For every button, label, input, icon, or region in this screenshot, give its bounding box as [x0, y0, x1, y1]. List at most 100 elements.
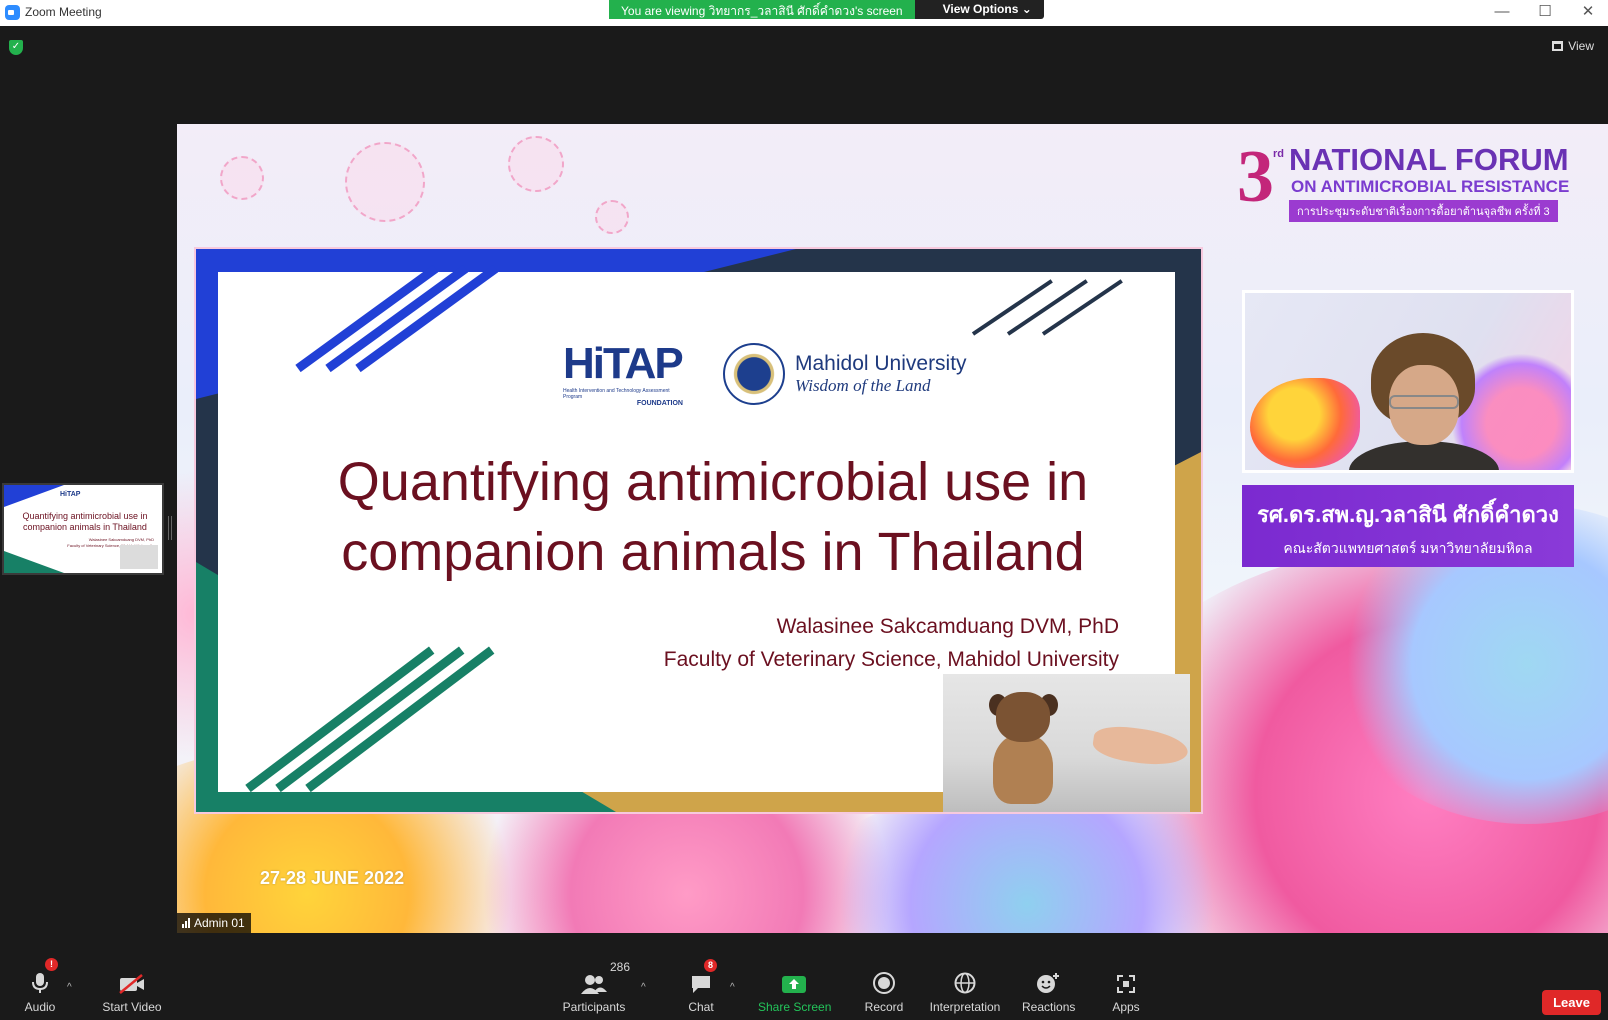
minimize-button[interactable]: —: [1482, 1, 1522, 25]
slide-author-block: Walasinee Sakcamduang DVM, PhD Faculty o…: [664, 610, 1119, 676]
forum-logo: 3 rd NATIONAL FORUM ON ANTIMICROBIAL RES…: [1237, 140, 1607, 230]
forum-line3: การประชุมระดับชาติเรื่องการดื้อยาต้านจุล…: [1289, 200, 1558, 222]
shared-screen-thumbnail[interactable]: HiTAP Quantifying antimicrobial use in c…: [2, 483, 164, 575]
start-video-label: Start Video: [102, 1000, 162, 1014]
interpretation-label: Interpretation: [929, 1000, 1001, 1014]
grid-icon: [1552, 41, 1564, 51]
globe-icon: [929, 960, 1001, 994]
hitap-subtitle: Health Intervention and Technology Asses…: [563, 388, 670, 400]
share-screen-label: Share Screen: [758, 1000, 832, 1014]
slide-title-line2: companion animals in Thailand: [341, 522, 1085, 582]
admin-label: Admin 01: [194, 916, 245, 930]
title-bar: Zoom Meeting You are viewing วิทยากร_วลา…: [0, 0, 1608, 26]
zoom-app-icon: [5, 5, 20, 20]
thumb-title: Quantifying antimicrobial use in compani…: [22, 511, 148, 532]
hitap-logo: HiTAP Health Intervention and Technology…: [563, 339, 684, 408]
thumb-logo: HiTAP: [60, 491, 81, 498]
speaker-name-banner: รศ.ดร.สพ.ญ.วลาสินี ศักดิ์คำดวง คณะสัตวแพ…: [1242, 485, 1574, 567]
video-off-icon: [98, 960, 166, 994]
signal-icon: [182, 918, 190, 928]
slide-author: Walasinee Sakcamduang DVM, PhD: [776, 615, 1119, 638]
logo-row: HiTAP Health Intervention and Technology…: [563, 339, 967, 408]
apps-button[interactable]: Apps: [1108, 960, 1144, 1020]
pill-icon: [220, 156, 264, 200]
presentation-slide: HiTAP Health Intervention and Technology…: [194, 247, 1203, 814]
participants-button[interactable]: 286 Participants: [558, 960, 630, 1020]
forum-ordinal: rd: [1273, 148, 1284, 160]
share-screen-icon: [758, 960, 830, 994]
chat-button[interactable]: 8 Chat: [681, 959, 721, 1020]
zoom-window: Zoom Meeting You are viewing วิทยากร_วลา…: [0, 0, 1608, 1020]
dog-photo: [943, 674, 1190, 812]
chat-caret-icon[interactable]: ^: [730, 982, 735, 993]
audio-label: Audio: [24, 1000, 56, 1014]
forum-line2: ON ANTIMICROBIAL RESISTANCE: [1291, 177, 1570, 196]
participants-count: 286: [610, 960, 631, 974]
stripe: [1041, 279, 1123, 336]
speaker-glasses: [1389, 395, 1459, 409]
hand: [1091, 722, 1190, 770]
chat-label: Chat: [688, 1000, 714, 1014]
dog-head: [996, 692, 1050, 742]
reactions-button[interactable]: Reactions: [1022, 960, 1076, 1020]
chat-unread-badge: 8: [704, 959, 717, 972]
speaker-shoulders: [1349, 441, 1499, 470]
security-shield-icon[interactable]: ✓: [9, 40, 23, 55]
mahidol-seal: [723, 343, 785, 405]
close-button[interactable]: ✕: [1568, 1, 1608, 25]
hitap-foundation: FOUNDATION: [636, 400, 683, 407]
participants-caret-icon[interactable]: ^: [641, 982, 646, 993]
speaker-video: [1242, 290, 1574, 473]
view-button[interactable]: View: [1552, 39, 1594, 53]
speaker-faculty: คณะสัตวแพทยศาสตร์ มหาวิทยาลัยมหิดล: [1283, 540, 1533, 556]
speaker-person: [1349, 333, 1499, 470]
slide-content: HiTAP Health Intervention and Technology…: [218, 264, 1190, 812]
record-label: Record: [864, 1000, 904, 1014]
forum-number: 3: [1237, 136, 1274, 218]
share-screen-button[interactable]: Share Screen: [758, 960, 832, 1020]
maximize-button[interactable]: ☐: [1525, 1, 1565, 25]
participants-label: Participants: [562, 1000, 626, 1014]
thumb-blue-band: [4, 485, 64, 507]
start-video-button[interactable]: Start Video: [98, 960, 166, 1020]
stripe: [325, 264, 469, 373]
meeting-toolbar: ! Audio ^ Start Video 286 Participants ^…: [0, 958, 1608, 1020]
mahidol-text: Mahidol University Wisdom of the Land: [795, 352, 967, 396]
participants-icon: 286: [558, 960, 630, 994]
thumb-photo: [120, 545, 158, 569]
apps-label: Apps: [1112, 1000, 1140, 1014]
record-button[interactable]: Record: [861, 960, 907, 1020]
mahidol-name: Mahidol University: [795, 352, 967, 375]
chat-icon: 8: [681, 959, 721, 994]
thumb-green-band: [4, 551, 64, 573]
speaker-name: รศ.ดร.สพ.ญ.วลาสินี ศักดิ์คำดวง: [1257, 502, 1559, 527]
view-options-label: View Options: [942, 2, 1019, 16]
dog-body: [993, 734, 1053, 804]
view-label: View: [1568, 39, 1594, 53]
microphone-icon: !: [18, 958, 62, 994]
apps-icon: [1108, 960, 1144, 994]
audio-button[interactable]: ! Audio: [18, 958, 62, 1020]
leave-button[interactable]: Leave: [1542, 990, 1601, 1015]
video-background-shape: [1250, 378, 1360, 468]
plant-icon: [508, 136, 564, 192]
view-options-button[interactable]: View Options ⌄: [914, 0, 1044, 19]
viewing-banner: You are viewing วิทยากร_วลาสินี ศักดิ์คำ…: [609, 0, 1044, 19]
slide-title-line1: Quantifying antimicrobial use in: [337, 452, 1089, 512]
hitap-wordmark: HiTAP: [563, 339, 684, 388]
window-title: Zoom Meeting: [25, 5, 102, 19]
bacteria-icon: [345, 142, 425, 222]
interpretation-button[interactable]: Interpretation: [929, 960, 1001, 1020]
resize-handle[interactable]: [168, 516, 172, 540]
audio-options-caret-icon[interactable]: ^: [67, 982, 72, 993]
slide-title: Quantifying antimicrobial use in compani…: [278, 447, 1148, 587]
stripe: [355, 264, 499, 373]
slide-affiliation: Faculty of Veterinary Science, Mahidol U…: [663, 648, 1119, 671]
participant-name-tag: Admin 01: [177, 913, 251, 933]
forum-line1: NATIONAL FORUM: [1289, 142, 1569, 177]
chevron-down-icon: ⌄: [1021, 2, 1032, 16]
audio-warning-badge: !: [45, 958, 58, 971]
mahidol-logo: Mahidol University Wisdom of the Land: [723, 343, 967, 405]
stripe: [275, 646, 465, 793]
reactions-label: Reactions: [1022, 1000, 1076, 1014]
